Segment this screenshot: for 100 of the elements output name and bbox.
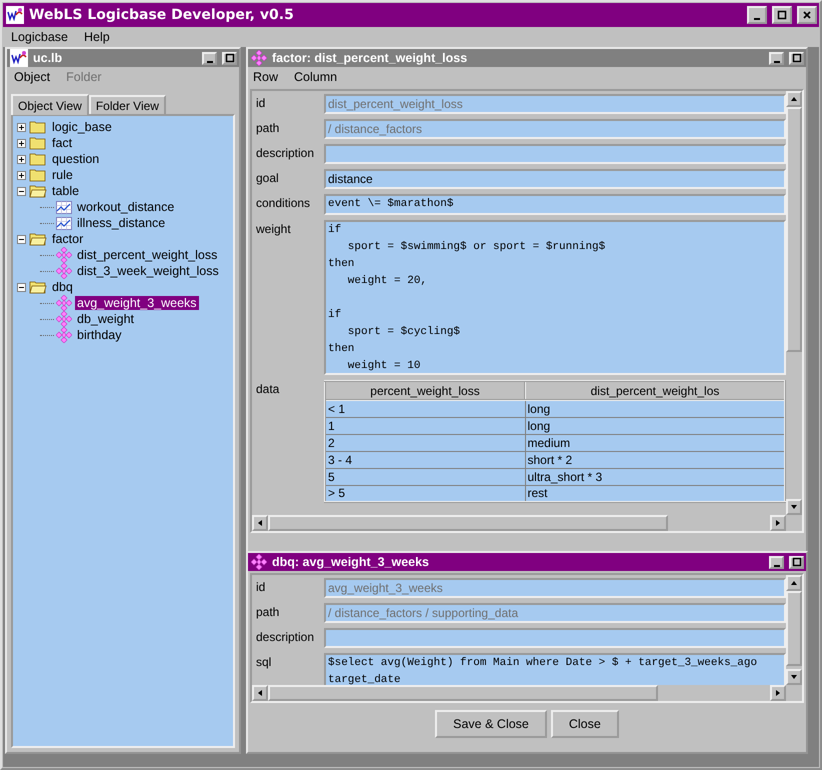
field-label: id [256, 579, 266, 594]
field-label: conditions [256, 195, 312, 210]
vertical-scrollbar[interactable] [786, 91, 802, 515]
scroll-right-button[interactable] [770, 685, 786, 701]
app-logo-icon [10, 49, 28, 67]
tree-item[interactable]: question [50, 152, 102, 166]
column-header[interactable]: percent_weight_loss [325, 381, 525, 400]
table-chart-icon [56, 216, 72, 230]
expand-icon[interactable] [17, 122, 26, 132]
folder-icon [29, 136, 47, 150]
vertical-scrollbar[interactable] [786, 575, 802, 685]
diamond-cluster-icon [56, 263, 72, 279]
text-field[interactable] [324, 144, 786, 164]
menu-item[interactable]: Object [14, 70, 50, 84]
window-title: WebLS Logicbase Developer, v0.5 [29, 7, 295, 23]
maximize-icon [224, 53, 234, 63]
table-cell: 3 - 4 [325, 451, 525, 468]
scroll-left-button[interactable] [252, 685, 268, 701]
tree-item[interactable]: rule [50, 168, 75, 182]
open-folder-icon [29, 232, 47, 246]
tree-item[interactable]: db_weight [75, 312, 136, 326]
tree-item[interactable]: birthday [75, 328, 124, 342]
expand-icon[interactable] [17, 138, 26, 148]
code-field[interactable]: event \= $marathon$ [324, 194, 786, 215]
tree-item[interactable]: fact [50, 136, 74, 150]
minimize-icon [754, 18, 760, 20]
open-folder-icon [29, 184, 47, 198]
minimize-button[interactable] [747, 6, 767, 24]
menu-item[interactable]: Logicbase [11, 30, 68, 44]
maximize-button[interactable] [789, 52, 804, 64]
scroll-thumb[interactable] [268, 515, 668, 531]
maximize-button[interactable] [222, 52, 237, 64]
tree-item[interactable]: logic_base [50, 120, 114, 134]
diamond-cluster-icon [56, 247, 72, 263]
expand-icon[interactable] [17, 154, 26, 164]
diamond-cluster-icon [56, 311, 72, 327]
scroll-up-button[interactable] [786, 575, 802, 591]
table-cell: long [525, 400, 785, 417]
table-cell: < 1 [325, 400, 525, 417]
tree-item[interactable]: dbq [50, 280, 75, 294]
tab[interactable]: Folder View [88, 95, 166, 114]
column-header[interactable]: dist_percent_weight_los [525, 381, 785, 400]
frame-title: dbq: avg_weight_3_weeks [272, 555, 430, 569]
frame-title: factor: dist_percent_weight_loss [272, 51, 468, 65]
field-label: weight [256, 221, 292, 236]
menu-item[interactable]: Column [294, 70, 338, 84]
scroll-thumb[interactable] [786, 591, 802, 666]
field-label: path [256, 604, 280, 619]
collapse-icon[interactable] [17, 234, 26, 244]
tree-item[interactable]: workout_distance [75, 200, 176, 214]
table-cell: 1 [325, 417, 525, 434]
minimize-button[interactable] [769, 556, 784, 568]
horizontal-scrollbar[interactable] [252, 515, 786, 531]
scroll-down-button[interactable] [786, 499, 802, 515]
scroll-up-button[interactable] [786, 91, 802, 107]
diamond-cluster-icon [56, 327, 72, 343]
expand-icon[interactable] [17, 170, 26, 180]
maximize-icon [792, 53, 802, 63]
tree-item[interactable]: dist_3_week_weight_loss [75, 264, 221, 278]
scroll-thumb[interactable] [268, 685, 658, 701]
tab[interactable]: Object View [11, 94, 89, 115]
field-label: description [256, 629, 316, 644]
menu-item[interactable]: Row [253, 70, 278, 84]
left-arrow-icon [256, 519, 264, 527]
tree-item[interactable]: illness_distance [75, 216, 168, 230]
scroll-right-button[interactable] [770, 515, 786, 531]
table-chart-icon [56, 200, 72, 214]
maximize-button[interactable] [789, 556, 804, 568]
scroll-down-button[interactable] [786, 669, 802, 685]
horizontal-scrollbar[interactable] [252, 685, 786, 701]
collapse-icon[interactable] [17, 282, 26, 292]
tree-item[interactable]: dist_percent_weight_loss [75, 248, 220, 262]
text-field[interactable] [324, 628, 786, 648]
text-field[interactable]: distance [324, 169, 786, 189]
minimize-button[interactable] [202, 52, 217, 64]
maximize-button[interactable] [772, 6, 792, 24]
close-button[interactable] [797, 6, 817, 24]
menu-item[interactable]: Help [84, 30, 110, 44]
tree-item[interactable]: table [50, 184, 82, 198]
minimize-icon [774, 60, 780, 62]
collapse-icon[interactable] [17, 186, 26, 196]
tree-item[interactable]: avg_weight_3_weeks [75, 296, 199, 310]
tree-item[interactable]: factor [50, 232, 86, 246]
field-label: data [256, 381, 280, 396]
up-arrow-icon [790, 95, 798, 103]
dialog-button[interactable]: Close [550, 710, 619, 738]
code-field[interactable]: $select avg(Weight) from Main where Date > $ + target_3_weeks_ago target_date [324, 653, 786, 685]
maximize-icon [777, 10, 787, 20]
table-cell: > 5 [325, 485, 525, 502]
scroll-thumb[interactable] [786, 107, 802, 352]
diamond-cluster-icon [251, 554, 267, 570]
table-cell: rest [525, 485, 785, 502]
right-arrow-icon [774, 689, 782, 697]
code-field[interactable]: if sport = $swimming$ or sport = $running$ then weight = 20, if sport = $cycling$ then weight = 10 [324, 220, 786, 375]
dialog-button[interactable]: Save & Close [435, 710, 547, 738]
scroll-left-button[interactable] [252, 515, 268, 531]
minimize-button[interactable] [769, 52, 784, 64]
left-arrow-icon [256, 689, 264, 697]
field-label: description [256, 145, 316, 160]
frame-title: uc.lb [33, 51, 64, 65]
